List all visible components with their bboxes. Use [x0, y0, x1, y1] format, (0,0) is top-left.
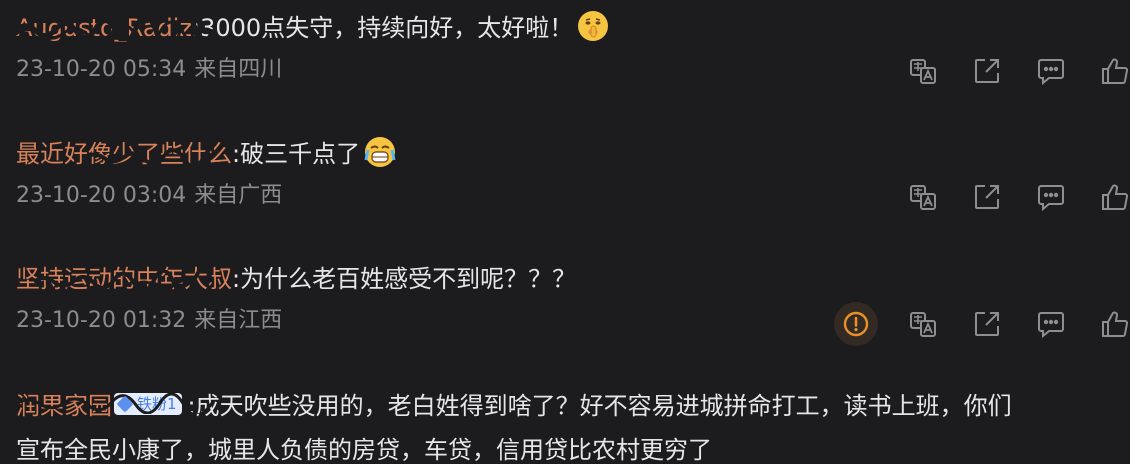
- comment-text: :成天吹些没用的，老白姓得到啥了？好不容易进城拼命打工，读书上班，你们: [187, 392, 1012, 420]
- comment-text: :3000点失守，持续向好，太好啦！: [192, 14, 574, 42]
- share-button[interactable]: [972, 182, 1002, 212]
- comment-actions: [874, 56, 1130, 86]
- comment-username[interactable]: Augusto_Radiz: [14, 11, 214, 45]
- comment-location: 来自江西: [194, 308, 283, 333]
- share-icon: [975, 59, 999, 83]
- like-icon: [1102, 311, 1129, 337]
- comment-list: Augusto_Radiz :3000点失守，持续向好，太好啦！ 23-10-2…: [0, 0, 1130, 464]
- username-text: 坚持运动的中年大叔: [16, 265, 232, 293]
- username-text: 最近好像少了些什么: [16, 140, 232, 168]
- comment-body: 润果家园 铁粉1 :成天吹些没用的，老白姓得到啥了？好不容易进城拼命打工，读书上班…: [15, 384, 1130, 428]
- reply-icon: [1038, 59, 1064, 86]
- translate-icon: [910, 312, 936, 337]
- translate-button[interactable]: [908, 56, 938, 86]
- report-button[interactable]: [834, 302, 878, 346]
- comment-username[interactable]: 坚持运动的中年大叔: [16, 262, 232, 296]
- comment-body: 最近好像少了些什么 :破三千点了: [16, 136, 1130, 171]
- comment-location: 来自四川: [194, 57, 283, 82]
- reply-icon: [1038, 312, 1064, 339]
- username-text: Augusto_Radiz: [16, 14, 193, 42]
- badge-label: 铁粉1: [137, 395, 177, 413]
- share-icon: [975, 185, 999, 209]
- report-icon: [843, 311, 869, 337]
- reply-icon: [1038, 185, 1064, 212]
- share-icon: [975, 312, 999, 336]
- username-text: 润果家园: [16, 392, 112, 420]
- diamond-icon: [116, 395, 134, 413]
- fan-badge[interactable]: 铁粉1: [114, 393, 182, 415]
- share-button[interactable]: [972, 56, 1002, 86]
- like-icon: [1102, 184, 1129, 210]
- translate-button[interactable]: [908, 309, 938, 339]
- comment-text: :破三千点了: [232, 140, 361, 168]
- translate-icon: [910, 59, 936, 84]
- like-button[interactable]: [1100, 56, 1130, 86]
- comment-time: 23-10-20 05:34: [16, 57, 187, 82]
- comment-body: Augusto_Radiz :3000点失守，持续向好，太好啦！: [14, 10, 1130, 45]
- comment-actions: [834, 302, 1130, 346]
- crying-emoji-icon: [364, 137, 396, 167]
- comment-text-continued: 宣布全民小康了，城里人负债的房贷，车贷，信用贷比农村更穷了: [16, 436, 712, 464]
- comment-username[interactable]: 最近好像少了些什么: [16, 137, 232, 171]
- comment-username[interactable]: 润果家园: [15, 384, 214, 428]
- like-button[interactable]: [1100, 182, 1130, 212]
- comment-time: 23-10-20 01:32: [16, 308, 187, 333]
- share-button[interactable]: [972, 309, 1002, 339]
- reply-button[interactable]: [1036, 182, 1066, 212]
- translate-icon: [910, 185, 936, 210]
- like-icon: [1102, 58, 1129, 84]
- comment-body: 坚持运动的中年大叔 :为什么老百姓感受不到呢？？？: [16, 262, 1130, 296]
- comment-item: 润果家园 铁粉1 :成天吹些没用的，老白姓得到啥了？好不容易进城拼命打工，读书上班…: [15, 384, 1130, 464]
- shush-emoji-icon: [578, 11, 609, 41]
- comment-text: :为什么老百姓感受不到呢？？？: [232, 265, 577, 293]
- translate-button[interactable]: [908, 182, 938, 212]
- reply-button[interactable]: [1036, 309, 1066, 339]
- comment-time: 23-10-20 03:04: [16, 183, 187, 208]
- reply-button[interactable]: [1036, 56, 1066, 86]
- comment-location: 来自广西: [194, 183, 283, 208]
- comment-actions: [874, 182, 1130, 212]
- like-button[interactable]: [1100, 309, 1130, 339]
